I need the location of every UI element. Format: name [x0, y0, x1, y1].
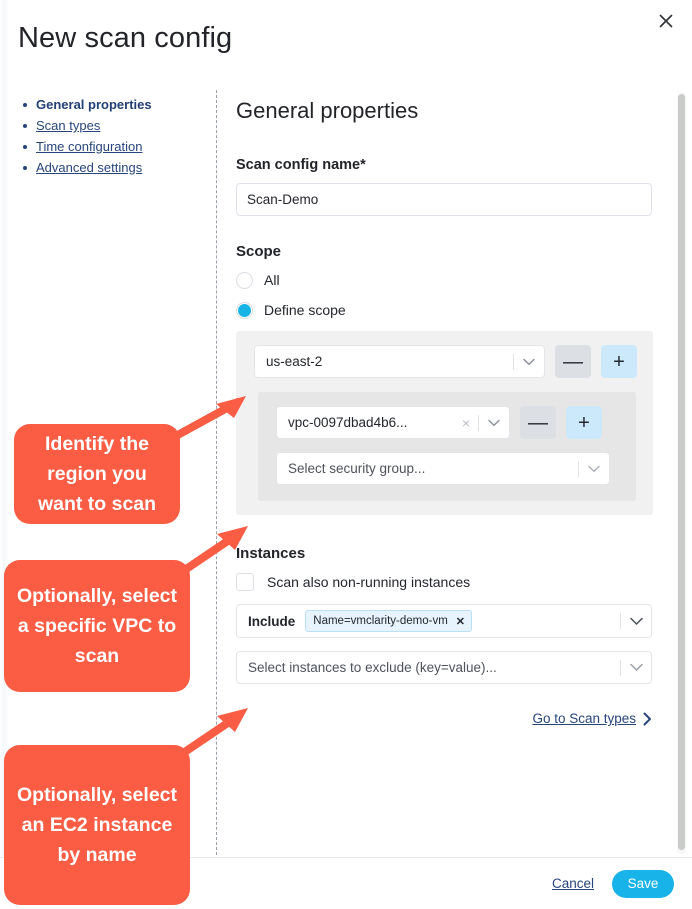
region-select-value: us-east-2 — [266, 354, 323, 369]
region-row: us-east-2 — + — [236, 345, 653, 378]
sidebar-item-general-properties[interactable]: General properties — [20, 96, 200, 113]
radio-scope-all[interactable]: All — [236, 268, 660, 292]
vpc-panel: vpc-0097dbad4b6... × — + Select security… — [258, 392, 636, 501]
sidebar-item-label: Scan types — [36, 118, 101, 133]
checkbox-icon[interactable] — [236, 573, 254, 591]
goto-scan-types-row: Go to Scan types — [236, 711, 660, 726]
section-title: General properties — [236, 98, 419, 123]
main-content: General properties Scan config name* Sco… — [236, 90, 660, 726]
scan-non-running-checkbox-row[interactable]: Scan also non-running instances — [236, 573, 660, 591]
exclude-instances-select[interactable]: Select instances to exclude (key=value).… — [236, 651, 652, 684]
include-tag-chip[interactable]: Name=vmclarity-demo-vm ✕ — [305, 610, 472, 632]
vpc-select-value: vpc-0097dbad4b6... — [288, 415, 408, 430]
sidebar-item-scan-types[interactable]: Scan types — [20, 117, 200, 134]
remove-vpc-button[interactable]: — — [520, 406, 556, 439]
add-vpc-button[interactable]: + — [566, 406, 602, 439]
exclude-placeholder: Select instances to exclude (key=value).… — [248, 660, 497, 675]
include-label: Include — [248, 613, 296, 629]
sidebar-item-time-configuration[interactable]: Time configuration — [20, 138, 200, 155]
add-region-button[interactable]: + — [601, 345, 637, 378]
include-instances-select[interactable]: Include Name=vmclarity-demo-vm ✕ — [236, 604, 652, 638]
include-tag-text: Name=vmclarity-demo-vm — [313, 615, 448, 627]
radio-scope-define[interactable]: Define scope — [236, 298, 660, 322]
remove-tag-icon[interactable]: ✕ — [456, 615, 465, 628]
goto-scan-types-link[interactable]: Go to Scan types — [532, 711, 636, 726]
radio-icon — [236, 271, 253, 289]
radio-label: Define scope — [264, 302, 346, 318]
chevron-right-icon — [643, 712, 652, 726]
sidebar-item-label: Advanced settings — [36, 160, 143, 175]
chevron-down-icon[interactable] — [579, 465, 609, 473]
save-button[interactable]: Save — [612, 869, 674, 898]
security-group-select[interactable]: Select security group... — [276, 452, 610, 485]
define-scope-panel: us-east-2 — + vpc-0097dbad4b6... × — + S… — [236, 331, 653, 515]
close-icon[interactable] — [652, 7, 680, 35]
chevron-down-icon[interactable] — [621, 617, 651, 626]
vpc-select[interactable]: vpc-0097dbad4b6... × — [276, 406, 510, 439]
sidebar-item-label: General properties — [36, 97, 152, 112]
scan-config-name-label: Scan config name* — [236, 157, 366, 173]
cancel-button[interactable]: Cancel — [552, 876, 594, 891]
annotation-callout-vpc: Optionally, select a specific VPC to sca… — [4, 560, 190, 692]
remove-region-button[interactable]: — — [555, 345, 591, 378]
sidebar-item-label: Time configuration — [36, 139, 143, 154]
vpc-row: vpc-0097dbad4b6... × — + — [258, 406, 636, 439]
page-title: New scan config — [18, 22, 233, 54]
scan-config-name-input[interactable] — [236, 183, 652, 216]
scope-label: Scope — [236, 243, 282, 260]
plus-icon: + — [578, 411, 590, 434]
security-group-placeholder: Select security group... — [288, 461, 426, 476]
plus-icon: + — [613, 350, 625, 373]
scrollbar-thumb[interactable] — [678, 94, 685, 850]
instances-label: Instances — [236, 545, 306, 562]
annotation-callout-region: Identify the region you want to scan — [14, 424, 180, 524]
sidebar-item-advanced-settings[interactable]: Advanced settings — [20, 159, 200, 176]
minus-icon: — — [528, 411, 548, 434]
chevron-down-icon[interactable] — [514, 358, 544, 366]
radio-label: All — [264, 272, 280, 288]
clear-icon[interactable]: × — [454, 416, 478, 430]
region-select[interactable]: us-east-2 — [254, 345, 545, 378]
radio-icon-selected — [236, 301, 253, 319]
step-navigation: General properties Scan types Time confi… — [20, 96, 200, 180]
minus-icon: — — [563, 350, 583, 373]
vertical-divider — [216, 90, 217, 855]
chevron-down-icon[interactable] — [479, 419, 509, 427]
annotation-callout-instance: Optionally, select an EC2 instance by na… — [4, 745, 190, 905]
chevron-down-icon[interactable] — [621, 663, 651, 672]
checkbox-label: Scan also non-running instances — [267, 574, 471, 590]
new-scan-config-modal: New scan config General properties Scan … — [0, 0, 692, 909]
